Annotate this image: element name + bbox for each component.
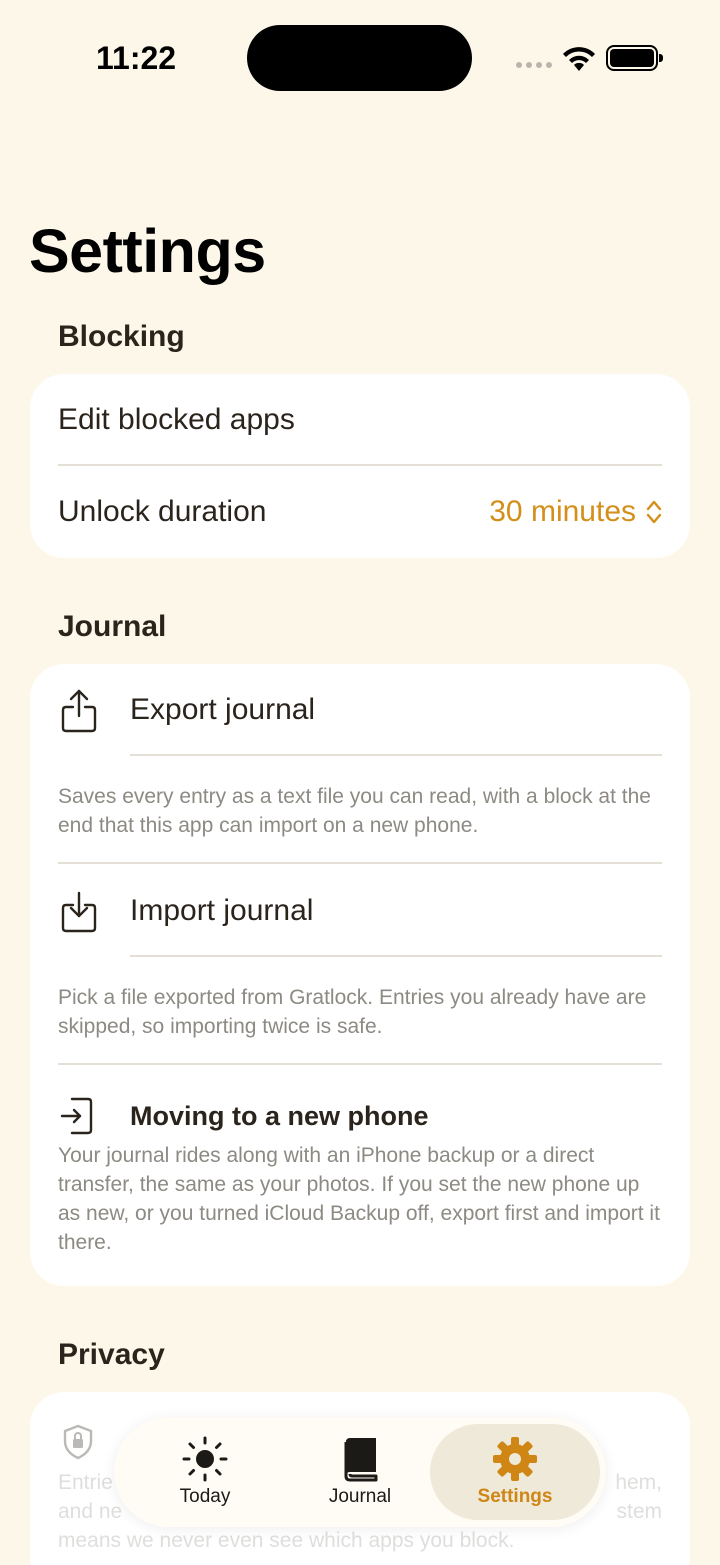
divider bbox=[130, 754, 662, 756]
privacy-line-2-start: and ne bbox=[58, 1500, 123, 1523]
privacy-line-1-end: hem, bbox=[615, 1471, 662, 1494]
status-bar: 11:22 bbox=[0, 0, 720, 120]
edit-blocked-apps-row[interactable]: Edit blocked apps bbox=[58, 374, 662, 466]
tab-today-label: Today bbox=[179, 1486, 231, 1507]
enter-door-icon bbox=[60, 1097, 93, 1135]
chevron-up-down-icon bbox=[646, 500, 662, 524]
unlock-duration-label: Unlock duration bbox=[58, 495, 267, 528]
divider bbox=[58, 1063, 662, 1065]
tab-bar: Today Journal Settings bbox=[114, 1417, 606, 1527]
tab-journal[interactable]: Journal bbox=[299, 1417, 421, 1527]
share-export-icon bbox=[61, 689, 97, 733]
lock-shield-icon bbox=[63, 1424, 93, 1460]
sun-icon bbox=[182, 1436, 228, 1482]
tab-today[interactable]: Today bbox=[144, 1417, 266, 1527]
privacy-line-2-end: stem bbox=[616, 1500, 662, 1523]
import-journal-label: Import journal bbox=[130, 894, 314, 927]
section-header-journal: Journal bbox=[58, 610, 167, 643]
privacy-line-3: means we never even see which apps you b… bbox=[58, 1529, 515, 1552]
privacy-line-1-start: Entrie bbox=[58, 1471, 113, 1494]
section-header-privacy: Privacy bbox=[58, 1338, 165, 1371]
page-title: Settings bbox=[29, 217, 266, 285]
section-header-blocking: Blocking bbox=[58, 320, 185, 353]
gear-icon bbox=[493, 1437, 537, 1481]
export-journal-description: Saves every entry as a text file you can… bbox=[58, 785, 651, 837]
tab-settings-label: Settings bbox=[477, 1486, 553, 1507]
battery-icon bbox=[606, 45, 663, 71]
journal-card: Export journal Saves every entry as a te… bbox=[30, 664, 690, 1286]
export-journal-label: Export journal bbox=[130, 693, 316, 726]
dynamic-island bbox=[247, 25, 472, 91]
book-icon bbox=[344, 1438, 378, 1482]
unlock-duration-row: Unlock duration 30 minutes bbox=[58, 466, 662, 558]
wifi-icon bbox=[563, 47, 595, 71]
moving-to-new-phone-label: Moving to a new phone bbox=[130, 1100, 429, 1131]
unlock-duration-value: 30 minutes bbox=[489, 495, 636, 528]
edit-blocked-apps-label: Edit blocked apps bbox=[58, 403, 295, 436]
status-time: 11:22 bbox=[96, 40, 177, 76]
cellular-signal-icon bbox=[516, 62, 552, 68]
unlock-duration-picker[interactable]: 30 minutes bbox=[489, 495, 662, 529]
moving-to-new-phone-description: Your journal rides along with an iPhone … bbox=[58, 1144, 660, 1254]
import-tray-icon bbox=[61, 891, 97, 933]
tab-journal-label: Journal bbox=[328, 1486, 392, 1507]
import-journal-description: Pick a file exported from Gratlock. Entr… bbox=[58, 986, 647, 1038]
import-journal-button[interactable]: Import journal bbox=[130, 864, 662, 958]
tab-settings[interactable]: Settings bbox=[430, 1424, 600, 1520]
export-journal-button[interactable]: Export journal bbox=[130, 664, 662, 756]
blocking-card: Edit blocked apps Unlock duration 30 min… bbox=[30, 374, 690, 558]
divider bbox=[130, 955, 662, 957]
moving-to-new-phone-title: Moving to a new phone bbox=[130, 1094, 662, 1138]
